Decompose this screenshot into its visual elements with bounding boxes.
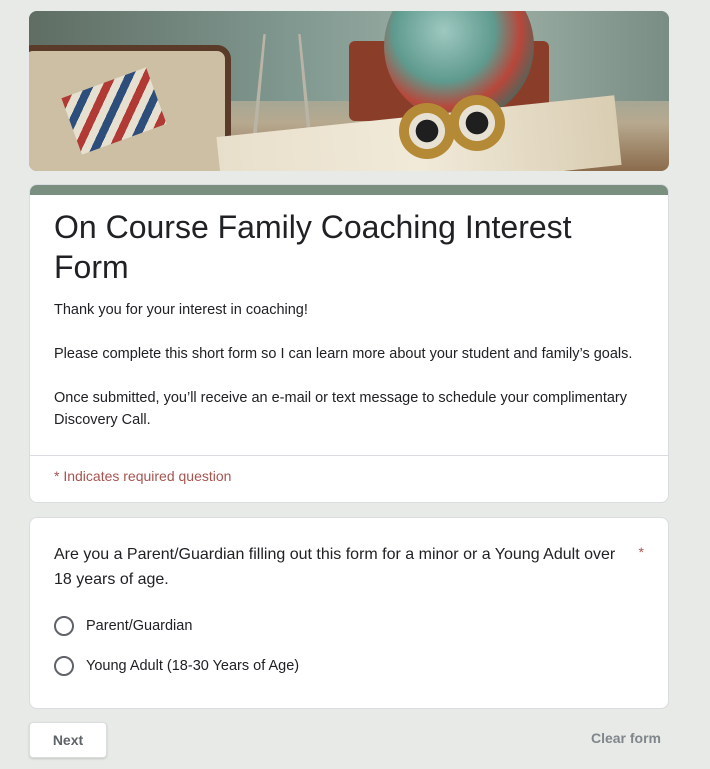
description-line: Once submitted, you’ll receive an e-mail… (54, 390, 628, 428)
radio-option-parent-guardian[interactable]: Parent/Guardian (54, 614, 192, 638)
radio-button[interactable] (54, 616, 74, 636)
option-label: Young Adult (18-30 Years of Age) (86, 658, 300, 674)
next-button[interactable]: Next (29, 722, 107, 758)
required-asterisk: * (638, 544, 644, 560)
required-note: * Indicates required question (54, 468, 232, 484)
form-description: Thank you for your interest in coaching!… (54, 299, 654, 453)
description-line: Thank you for your interest in coaching! (54, 302, 308, 318)
form-header-card: On Course Family Coaching Interest Form … (29, 184, 669, 503)
option-label: Parent/Guardian (86, 618, 193, 634)
binocular-lens-right (449, 95, 505, 151)
radio-option-young-adult[interactable]: Young Adult (18-30 Years of Age) (54, 654, 299, 678)
clear-form-button[interactable]: Clear form (591, 730, 661, 746)
header-banner-image (29, 11, 669, 171)
radio-button[interactable] (54, 656, 74, 676)
divider (30, 455, 668, 456)
form-title: On Course Family Coaching Interest Form (54, 209, 572, 285)
accent-bar (30, 185, 668, 195)
binocular-lens-left (399, 103, 455, 159)
question-text: Are you a Parent/Guardian filling out th… (54, 546, 616, 588)
question-card: Are you a Parent/Guardian filling out th… (29, 517, 669, 709)
description-line: Please complete this short form so I can… (54, 346, 633, 362)
